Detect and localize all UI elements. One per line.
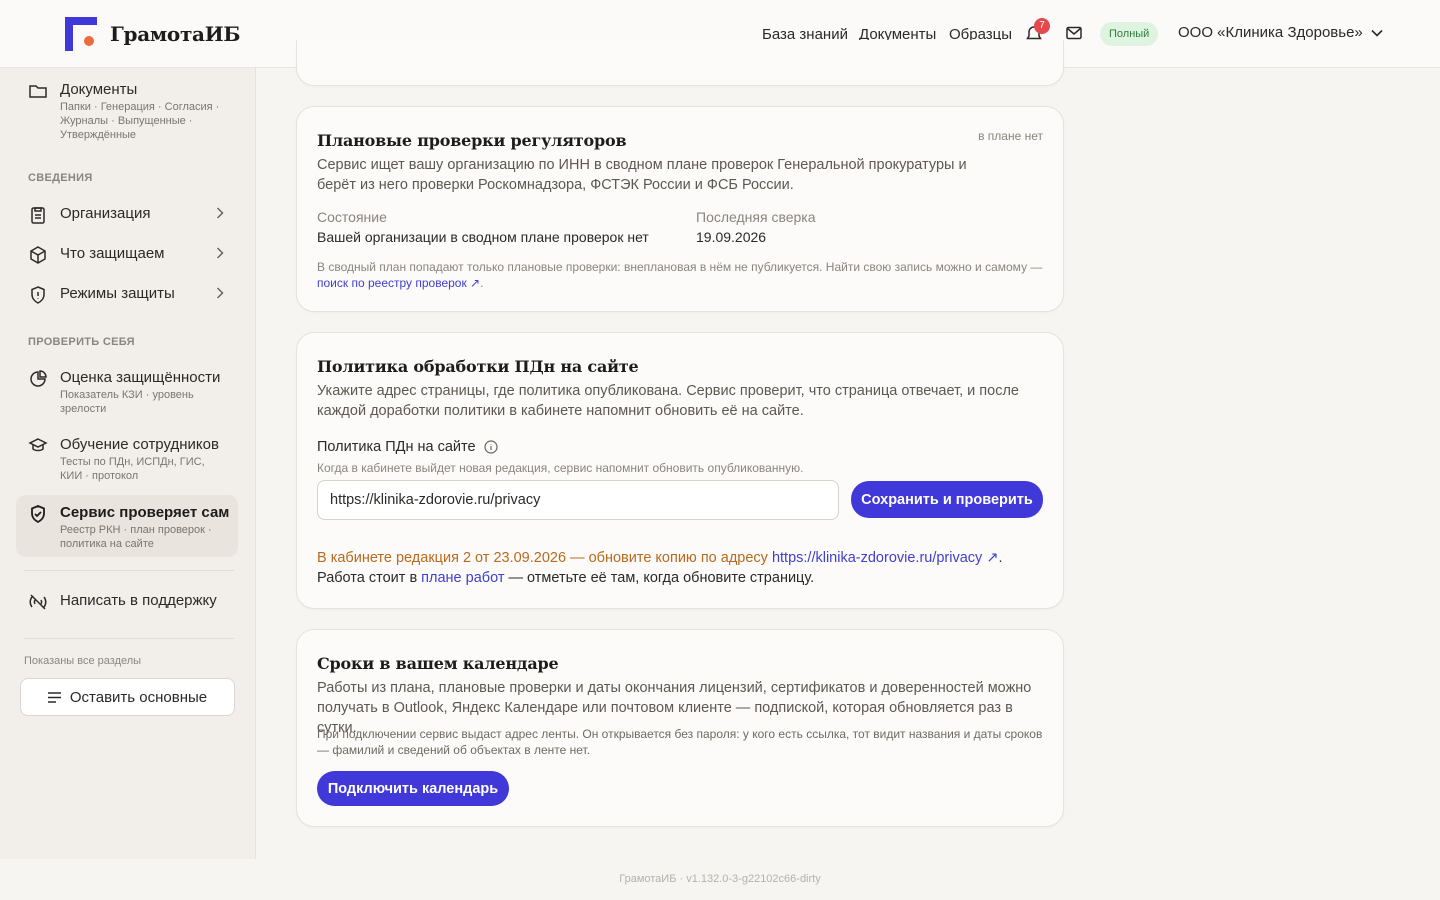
shield-check-icon [31,505,45,524]
footer-version: ГрамотаИБ · v1.132.0-3-g22102c66-dirty [0,859,1440,900]
org-name: ООО «Клиника Здоровье» [1178,24,1363,41]
cube-icon [30,246,46,264]
info-icon[interactable] [483,440,498,454]
chevron-right-icon [216,287,224,299]
org-switcher[interactable]: ООО «Клиника Здоровье» [1178,24,1383,41]
logo[interactable]: ГрамотаИБ [63,17,240,51]
last-check-value: 19.09.2026 [696,229,767,245]
sidebar-item-label: Сервис проверяет сам [60,504,230,521]
connect-calendar-button[interactable]: Подключить календарь [317,771,509,806]
inspections-title: Плановые проверки регуляторов [317,131,627,150]
sidebar-item-label: Оценка защищённости [60,369,221,386]
sidebar-item-label: Написать в поддержку [60,592,217,609]
logo-mark-icon [63,17,98,51]
save-and-check-button[interactable]: Сохранить и проверить [851,481,1043,518]
registry-search-link[interactable]: поиск по реестру проверок ↗ [317,276,480,290]
shield-alert-icon [31,286,45,304]
policy-field-label-row: Политика ПДн на сайте [317,439,498,455]
clipboard-icon [31,207,45,224]
sidebar-item-label: Режимы защиты [60,285,175,302]
policy-title: Политика обработки ПДн на сайте [317,357,639,376]
keep-main-button-label: Оставить основные [69,688,208,706]
sidebar-item-sub: Тесты по ПДн, ИСПДн, ГИС, КИИ · протокол [60,456,205,482]
sidebar-item-documents[interactable]: Документы Папки · Генерация · Согласия ·… [16,80,238,142]
notifications-badge: 7 [1034,18,1050,34]
last-check-label: Последняя сверка [696,209,816,225]
mail-icon[interactable] [1066,26,1082,45]
keep-main-button[interactable]: Оставить основные [20,678,235,716]
graduation-cap-icon [28,438,48,452]
card-previous [296,40,1064,86]
sidebar-item-label: Организация [60,205,151,222]
sidebar-item-sub: Показатель КЗИ · уровень зрелости [60,389,194,415]
sidebar-shown-all: Показаны все разделы [24,655,142,667]
sidebar-item-service-checks[interactable]: Сервис проверяет сам Реестр РКН · план п… [16,503,238,551]
folder-icon [29,85,47,98]
list-icon [47,691,61,703]
sidebar: Документы Папки · Генерация · Согласия ·… [0,68,256,859]
work-plan-link[interactable]: плане работ [421,570,504,586]
card-calendar: Сроки в вашем календаре Работы из плана,… [296,629,1064,827]
pie-chart-icon [30,370,47,387]
calendar-title: Сроки в вашем календаре [317,654,559,673]
card-policy: Политика обработки ПДн на сайте Укажите … [296,332,1064,609]
calendar-note: При подключении сервис выдаст адрес лент… [317,727,1043,757]
sidebar-item-label: Документы [60,81,138,98]
policy-field-hint: Когда в кабинете выйдет новая редакция, … [317,461,804,475]
sidebar-divider [24,570,234,571]
sidebar-item-sub: Папки · Генерация · Согласия · Журналы ·… [60,101,220,141]
logo-text: ГрамотаИБ [110,22,241,46]
inspections-note: В сводный план попадают только плановые … [317,260,1043,290]
sidebar-section-info: СВЕДЕНИЯ [28,172,93,184]
sidebar-item-security-rating[interactable]: Оценка защищённости Показатель КЗИ · уро… [16,368,238,416]
policy-url-link[interactable]: https://klinika-zdorovie.ru/privacy ↗ [772,550,999,566]
chevron-right-icon [216,207,224,219]
sidebar-item-organization[interactable]: Организация [16,204,238,225]
sidebar-item-support[interactable]: Написать в поддержку [16,591,238,612]
sidebar-item-label: Обучение сотрудников [60,436,219,453]
sidebar-item-staff-training[interactable]: Обучение сотрудников Тесты по ПДн, ИСПДн… [16,435,238,483]
card-inspections: Плановые проверки регуляторов в плане не… [296,106,1064,312]
inspections-status-tag: в плане нет [978,129,1043,143]
sidebar-item-what-protect[interactable]: Что защищаем [16,244,238,265]
chevron-right-icon [216,247,224,259]
sidebar-section-check: ПРОВЕРИТЬ СЕБЯ [28,336,135,348]
policy-url-input[interactable]: https://klinika-zdorovie.ru/privacy [317,480,839,520]
sidebar-item-label: Что защищаем [60,245,165,262]
sidebar-divider [24,638,234,639]
sidebar-item-protection-modes[interactable]: Режимы защиты [16,284,238,305]
sidebar-item-sub: Реестр РКН · план проверок · политика на… [60,524,212,550]
policy-warning: В кабинете редакция 2 от 23.09.2026 — об… [317,550,1003,586]
state-label: Состояние [317,209,387,225]
signal-off-icon [29,594,47,610]
policy-desc: Укажите адрес страницы, где политика опу… [317,383,1019,419]
chevron-down-icon [1371,29,1383,37]
inspections-desc: Сервис ищет вашу организацию по ИНН в св… [317,157,967,193]
policy-field-label: Политика ПДн на сайте [317,439,476,455]
plan-badge: Полный [1100,22,1159,46]
state-value: Вашей организации в сводном плане провер… [317,229,649,245]
